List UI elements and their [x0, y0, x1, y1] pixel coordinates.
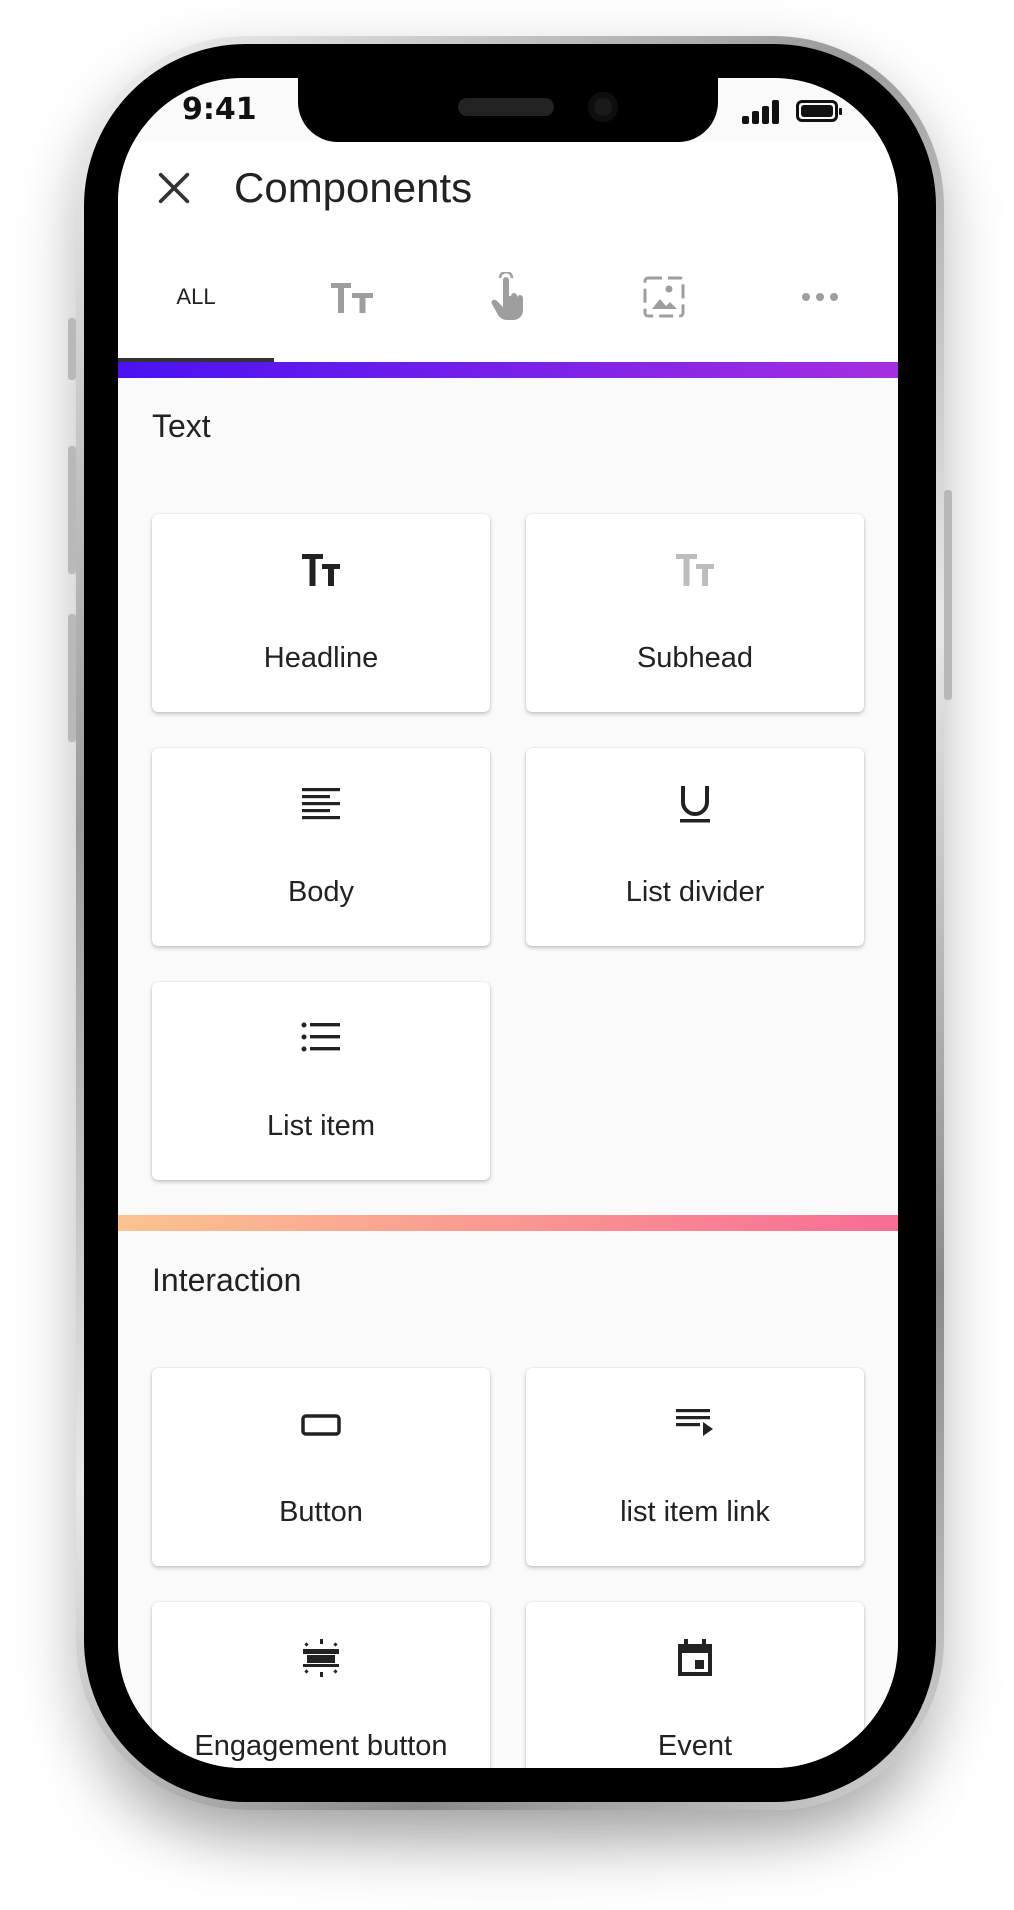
component-label: Headline: [263, 642, 379, 674]
component-label: Body: [287, 876, 355, 908]
engagement-icon: [303, 1639, 339, 1677]
underline-icon: [680, 786, 710, 823]
section-title-text: Text: [152, 408, 211, 444]
tab-bar: ALL: [118, 232, 898, 362]
power-button: [944, 490, 952, 700]
app-bar: Components: [118, 142, 898, 232]
signal-icon: [742, 100, 780, 124]
component-label: Engagement button: [194, 1730, 448, 1762]
component-label: Button: [279, 1496, 363, 1528]
component-label: List divider: [625, 876, 765, 908]
volume-down-button: [68, 614, 76, 742]
camera-icon: [588, 92, 618, 122]
battery-icon: [796, 100, 842, 122]
button-icon: [301, 1414, 341, 1436]
section-title-interaction: Interaction: [152, 1262, 302, 1298]
mute-switch: [68, 318, 76, 380]
tab-text[interactable]: [274, 232, 430, 362]
component-label: Subhead: [636, 642, 754, 674]
notch: [298, 78, 718, 142]
component-label: list item link: [620, 1496, 770, 1528]
tab-interaction[interactable]: [430, 232, 586, 362]
component-card-subhead[interactable]: Subhead: [526, 514, 864, 712]
component-card-body[interactable]: Body: [152, 748, 490, 946]
component-card-headline[interactable]: Headline: [152, 514, 490, 712]
component-card-list-item[interactable]: List item: [152, 982, 490, 1180]
section-divider-text: [118, 362, 898, 378]
component-card-engagement-button[interactable]: Engagement button: [152, 1602, 490, 1768]
component-label: List item: [267, 1110, 375, 1142]
subhead-icon: [676, 554, 714, 586]
image-icon: [643, 276, 685, 318]
volume-up-button: [68, 446, 76, 574]
list-icon: [301, 1022, 340, 1052]
close-icon[interactable]: [154, 168, 194, 208]
component-card-button[interactable]: Button: [152, 1368, 490, 1566]
phone-screen: 9:41 Components ALL Text Headline Subhea…: [118, 78, 898, 1768]
component-card-list-divider[interactable]: List divider: [526, 748, 864, 946]
more-horiz-icon: [802, 293, 838, 301]
body-text-icon: [302, 788, 340, 820]
headline-icon: [302, 554, 340, 586]
component-card-event[interactable]: Event: [526, 1602, 864, 1768]
page-title: Components: [234, 164, 473, 211]
component-card-list-item-link[interactable]: list item link: [526, 1368, 864, 1566]
tab-media[interactable]: [586, 232, 742, 362]
touch-icon: [491, 272, 523, 320]
section-divider-interaction: [118, 1215, 898, 1231]
component-label: Event: [657, 1730, 733, 1762]
tab-all-label: ALL: [176, 284, 216, 309]
text-format-icon: [331, 283, 373, 313]
status-time: 9:41: [182, 92, 257, 127]
event-icon: [678, 1639, 712, 1676]
tab-more[interactable]: [742, 232, 898, 362]
tab-all[interactable]: ALL: [118, 232, 274, 362]
speaker-grille: [458, 98, 554, 116]
playlist-play-icon: [676, 1409, 713, 1436]
